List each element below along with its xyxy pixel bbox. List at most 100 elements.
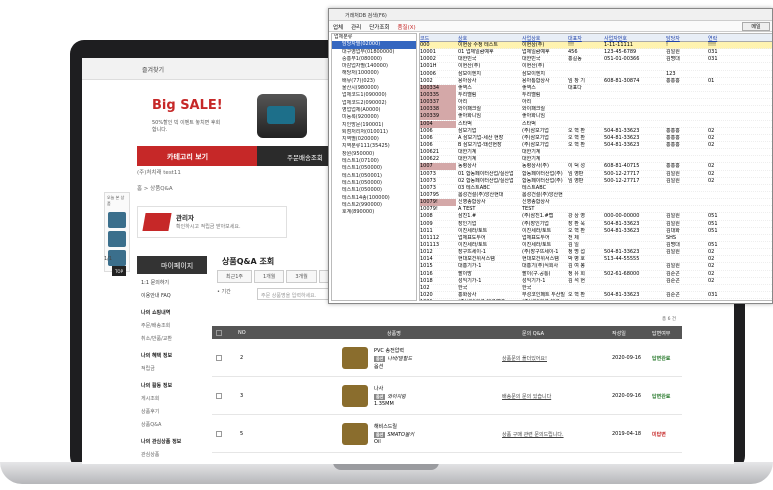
- window-menu-item[interactable]: 관리: [351, 25, 361, 31]
- window-menu-item[interactable]: 단가조회: [369, 25, 389, 31]
- tree-node[interactable]: 테스트2(990000): [332, 202, 416, 209]
- thumb-pager[interactable]: 1/1: [104, 256, 112, 262]
- menu-item[interactable]: 주문/배송조회: [137, 319, 207, 332]
- grid-col-header[interactable]: 연락: [708, 35, 738, 42]
- grid-row[interactable]: 10002 대한민국 대한민국 홍길동 051-01-00366 김명대 031: [420, 56, 772, 64]
- tree-node[interactable]: 테스트1(050000): [332, 165, 416, 172]
- grid-row[interactable]: 1006 B 삼보기업-돼선현장 (주)삼보기업 오 혁 환 504-81-33623 홍…: [420, 142, 772, 150]
- tree-node[interactable]: 테스트1(050000): [332, 180, 416, 187]
- tree-node[interactable]: 중흥부1(080000): [332, 56, 416, 63]
- tree-node[interactable]: 호계(890000): [332, 209, 416, 216]
- nav-tab-order[interactable]: 주문배송조회: [287, 152, 323, 162]
- grid-col-header[interactable]: 코드: [420, 35, 456, 42]
- grid-row[interactable]: 100622 대한기계 대한기계: [420, 156, 772, 164]
- menu-item[interactable]: 1:1 문의하기: [137, 276, 207, 289]
- grid-row[interactable]: 1021(주)세일기구 대구영업(주)세일기구 대구: [420, 299, 772, 300]
- menu-item[interactable]: 나의 혜택 정보: [137, 349, 207, 362]
- grid-col-header[interactable]: 대표자: [568, 35, 602, 42]
- tree-node[interactable]: 테스트1(07100): [332, 158, 416, 165]
- tree-node[interactable]: 퇴점처리처(010011): [332, 129, 416, 136]
- menu-item[interactable]: 관심상품: [137, 448, 207, 461]
- menu-item[interactable]: 나의 쇼핑내역: [137, 306, 207, 319]
- bookmark-link[interactable]: 즐겨찾기: [142, 67, 164, 74]
- grid-row[interactable]: 1004 스타벅 스타벅: [420, 120, 772, 128]
- grid-row[interactable]: 10079! 신영종합상사 신영종합상사: [420, 199, 772, 207]
- grid-row[interactable]: 1006 A 삼보기업-세산 현장 (주)삼보기업 오 혁 환 504-81-33623…: [420, 135, 772, 142]
- tree-node[interactable]: 테스트14종(100000): [332, 195, 416, 202]
- period-tab[interactable]: 최근1주: [217, 270, 252, 283]
- qa-row[interactable]: 2 PVC 송전압력 옵션 나바/발할드 옵션 상품문의 폴더있어요! 2020-…: [212, 341, 682, 377]
- grid-row[interactable]: 1009 장인기업 (주)장인기업 장 환 욱 504-81-33623 김일원 051: [420, 221, 772, 228]
- grid-row[interactable]: 10079! A TEST TEST: [420, 206, 772, 214]
- grid-row[interactable]: 1002 용아상사 용아통합상사 임 창 기 608-81-30874 홍홍홍 01: [420, 78, 772, 85]
- grid-row[interactable]: 1020 홍화상사 무성코인페트 두산빌 영 찬오 혁 환 504-81-33623 김…: [420, 292, 772, 300]
- tree-node[interactable]: 대구영업부(01800000): [332, 49, 416, 56]
- grid-col-header[interactable]: 사업자번호: [604, 35, 664, 42]
- product-thumb[interactable]: [342, 385, 368, 407]
- grid-row[interactable]: 1016 팔이망 팔이(구.공통) 정 유 희 502-61-68000 김준곤 02: [420, 271, 772, 278]
- tree-node[interactable]: 배뮤(77)(023): [332, 78, 416, 85]
- tree-node[interactable]: 테스트1(050001): [332, 173, 416, 180]
- period-tab[interactable]: 3개월: [286, 270, 317, 283]
- question-link[interactable]: 상품문의 폴더있어요!: [502, 355, 547, 362]
- grid-row[interactable]: 100335 두리벨림 두리벨림: [420, 91, 772, 100]
- grid-col-header[interactable]: 상호: [458, 35, 520, 42]
- window-menu-item[interactable]: 품질(X): [398, 25, 416, 31]
- question-link[interactable]: 상품 구매 관련 문의드립니다.: [502, 431, 564, 438]
- tree-node[interactable]: 테스트1(050000): [332, 187, 416, 194]
- tree-node[interactable]: 영업업체(A0000): [332, 107, 416, 114]
- grid-row[interactable]: 100337 아리 아리: [420, 99, 772, 107]
- row-checkbox[interactable]: [216, 355, 222, 363]
- grid-row[interactable]: 100795 봄성건설(주)앙산현대 봄성건설(주)앙산현: [420, 192, 772, 200]
- question-link[interactable]: 배송문의 문의 있습니다: [502, 393, 551, 400]
- row-checkbox[interactable]: [216, 431, 222, 439]
- tree-node[interactable]: 업체코드2(090002): [332, 100, 416, 107]
- grid-row[interactable]: 10073 02 합동페이터산업/실산업 합동페이터산업(주) 임 영판 500-12-…: [420, 178, 772, 185]
- grid-row[interactable]: 10073 03 테스트ABC 테스트ABC: [420, 185, 772, 192]
- grid-col-header[interactable]: 담당자: [666, 35, 706, 42]
- tree-node[interactable]: 업체코드1(090000): [332, 92, 416, 99]
- grid-row[interactable]: 101112 업체표도투어 업체표도투어 전 제 SHS: [420, 235, 772, 242]
- tree-node[interactable]: 해당처(100000): [332, 70, 416, 77]
- grid-row[interactable]: 1014 현대보건위서스템 현대보건위서스템 박 병 호 513-44-55555 02: [420, 256, 772, 264]
- grid-row[interactable]: 1008 삼진1.# (주)삼진1.#랩 강 상 영 000-00-00000 김일원 05…: [420, 213, 772, 221]
- grid-row[interactable]: 100334 좋역스 좋역스 대표다: [420, 84, 772, 92]
- tree-node[interactable]: 지역별(020000): [332, 136, 416, 143]
- grid-row[interactable]: 1018 성익기가-1 성익기가-1 김 석 현 김준곤 02: [420, 278, 772, 285]
- grid-row[interactable]: 1012 장구뜨세이-1 (주)장구뜨세이-1 정 명 섭 504-81-33623 김일…: [420, 249, 772, 257]
- grid-row[interactable]: 10073 01 합동페이터산업/실산업 합동페이터산업(주) 임 영판 500-12-…: [420, 171, 772, 178]
- mypage-header[interactable]: 마이페이지: [137, 256, 207, 274]
- grid-row[interactable]: 100339 좋아화니임 좋아화니임: [420, 113, 772, 121]
- product-name[interactable]: PVC 송전압력: [374, 347, 404, 354]
- menu-item[interactable]: 상품후기: [137, 405, 207, 418]
- grid-row[interactable]: 1011 이진세라/토트 이진세라/토트 오 혁 환 504-81-33623 김대화 05…: [420, 228, 772, 235]
- category-button[interactable]: 카테고리 보기: [137, 146, 257, 166]
- top-button[interactable]: TOP: [112, 266, 126, 276]
- product-thumb[interactable]: [342, 347, 368, 369]
- mail-button[interactable]: 메일: [742, 22, 770, 31]
- grid-row[interactable]: 10006 삼보이엔지 삼보이엔지 123: [420, 71, 772, 78]
- qa-row[interactable]: 5 해비스드릴 옵션 SMATO볼키 Oil 상품 구매 관련 문의드립니다. 2…: [212, 417, 682, 453]
- window-menu-item[interactable]: 업체: [333, 25, 343, 31]
- menu-item[interactable]: 게시조회: [137, 392, 207, 405]
- tree-node[interactable]: 지역분류111(35425): [332, 143, 416, 150]
- grid-row[interactable]: 1001H 이현산(주) 이현산(주): [420, 63, 772, 71]
- menu-item[interactable]: 상품Q&A: [137, 418, 207, 431]
- tree-node[interactable]: 울산시(980000): [332, 85, 416, 92]
- period-tab[interactable]: 1개월: [253, 270, 285, 283]
- tree-node[interactable]: 마감업자별(140000): [332, 63, 416, 70]
- grid-col-header[interactable]: 사업상호: [522, 35, 566, 42]
- product-name[interactable]: 해비스드릴: [374, 423, 397, 430]
- grid-row[interactable]: 101113 이진세라/토트 이진세라/토트 김 일 김명대 051: [420, 242, 772, 250]
- product-thumb[interactable]: [342, 423, 368, 445]
- tree-node[interactable]: 담당자별(02000): [332, 41, 416, 49]
- header-checkbox[interactable]: [216, 330, 222, 338]
- grid-row[interactable]: 100338 와이패크릴 와이패크릴: [420, 106, 772, 114]
- menu-item[interactable]: 적립금: [137, 362, 207, 375]
- grid-row[interactable]: 000 이현상 수정 테스트 이현상(주)!!! 1-11-11111!!!!!: [420, 42, 772, 50]
- menu-item[interactable]: 취소/반품/교환: [137, 332, 207, 345]
- menu-item[interactable]: 나의 활동 정보: [137, 379, 207, 392]
- grid-row[interactable]: 1006 삼보기업 (주)삼보기업 오 혁 환 504-81-33623 홍홍홍 02: [420, 128, 772, 135]
- tree-node[interactable]: 미등록(920000): [332, 114, 416, 121]
- grid-row[interactable]: 1015 대흥기가-1 대흥기(주)식회사 김 여 봉 김일원 02: [420, 263, 772, 271]
